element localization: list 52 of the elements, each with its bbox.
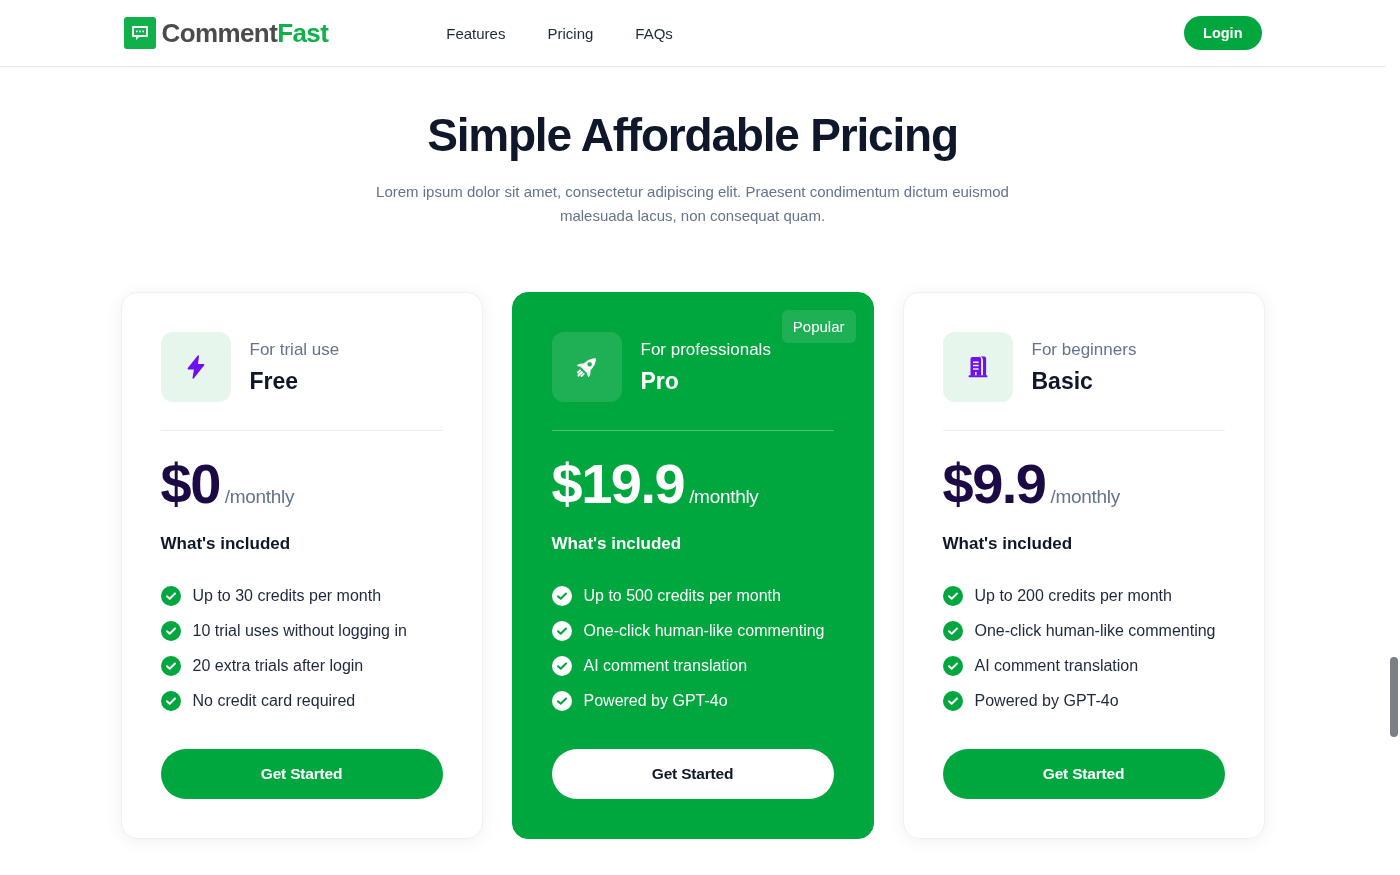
billing-period: /monthly — [224, 486, 295, 508]
plan-tagline: For beginners — [1031, 339, 1137, 361]
rocket-icon — [551, 332, 622, 402]
plan-name: Free — [249, 367, 299, 395]
check-icon — [551, 656, 572, 676]
included-heading: What's included — [551, 533, 683, 555]
feature-text: One-click human-like commenting — [583, 622, 825, 640]
check-icon — [942, 656, 963, 676]
plan-tagline: For trial use — [249, 339, 340, 361]
page-subtitle: Lorem ipsum dolor sit amet, consectetur adipiscing elit. Praesent condimentum dictum euismod malesuada lacus, non consequat quam. — [375, 182, 1010, 226]
nav-link[interactable]: Pricing — [547, 24, 594, 42]
check-icon — [551, 621, 572, 641]
plan-price: $19.9 — [551, 453, 685, 515]
building-icon — [942, 332, 1013, 402]
check-icon — [160, 691, 181, 711]
popular-badge: Popular — [781, 310, 856, 343]
feature-text: Up to 500 credits per month — [583, 587, 781, 605]
check-icon — [160, 621, 181, 641]
included-heading: What's included — [160, 533, 292, 555]
scrollbar-thumb[interactable] — [1389, 657, 1398, 737]
plan-name: Pro — [640, 367, 679, 395]
plan-price: $0 — [160, 453, 220, 515]
plan-name: Basic — [1031, 367, 1093, 395]
nav-link[interactable]: Features — [446, 24, 506, 42]
plan-price: $9.9 — [942, 453, 1046, 515]
billing-period: /monthly — [1050, 486, 1120, 508]
check-icon — [551, 586, 572, 606]
plan-tagline: For professionals — [640, 339, 771, 361]
feature-text: 20 extra trials after login — [192, 657, 364, 675]
feature-text: Powered by GPT-4o — [974, 692, 1119, 710]
chat-bubble-icon — [123, 17, 156, 49]
included-heading: What's included — [942, 533, 1074, 555]
check-icon — [942, 621, 963, 641]
feature-text: Up to 30 credits per month — [192, 587, 382, 605]
get-started-button[interactable]: Get Started — [551, 749, 834, 799]
logo-wordmark[interactable]: CommentFast — [161, 17, 329, 49]
billing-period: /monthly — [689, 486, 759, 508]
feature-text: 10 trial uses without logging in — [192, 622, 407, 640]
nav-link[interactable]: FAQs — [635, 24, 673, 42]
feature-text: Powered by GPT-4o — [583, 692, 728, 710]
feature-text: Up to 200 credits per month — [974, 587, 1172, 605]
check-icon — [160, 656, 181, 676]
feature-text: No credit card required — [192, 692, 356, 710]
check-icon — [942, 691, 963, 711]
check-icon — [551, 691, 572, 711]
feature-text: One-click human-like commenting — [974, 622, 1216, 640]
check-icon — [942, 586, 963, 606]
check-icon — [160, 586, 181, 606]
lightning-bolt-icon — [160, 332, 231, 402]
feature-text: AI comment translation — [583, 657, 748, 675]
page-title: Simple Affordable Pricing — [427, 108, 958, 163]
feature-text: AI comment translation — [974, 657, 1139, 675]
